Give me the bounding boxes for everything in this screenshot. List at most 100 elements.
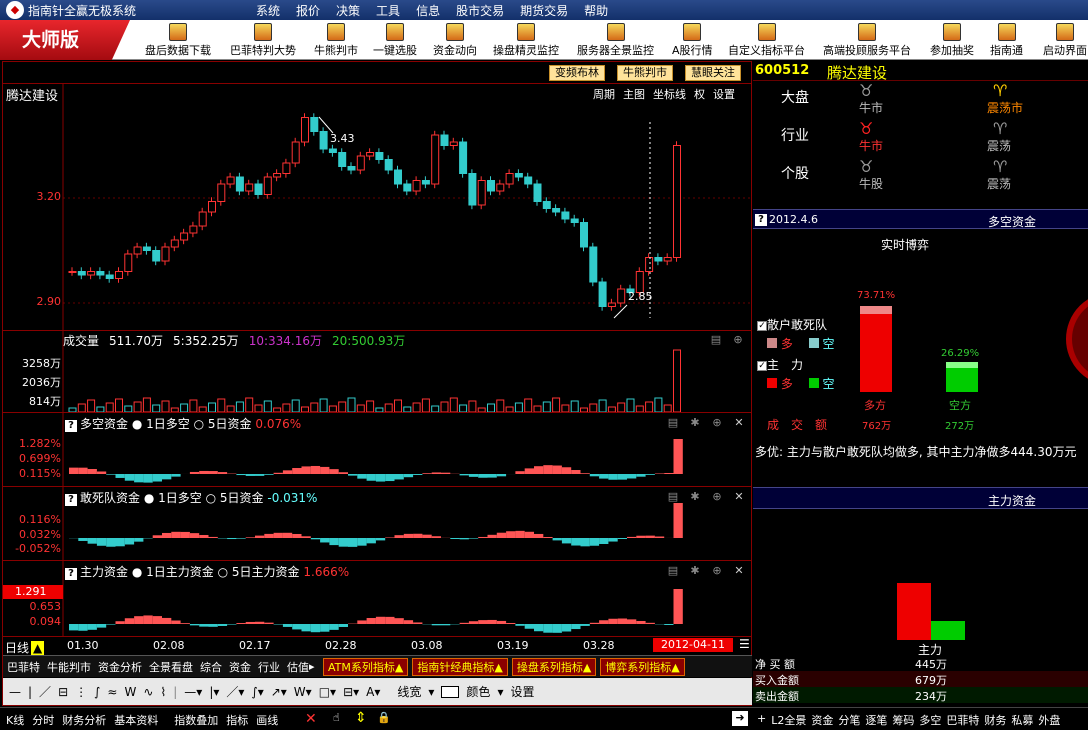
status-tab-0[interactable]: K线 <box>6 712 24 728</box>
chart-area[interactable]: 变频布林 牛熊判市 慧眼关注 腾达建设 周期 主图 坐标线 权 设置 3.20 … <box>2 61 753 706</box>
radio-filled-icon[interactable]: ● <box>132 417 146 431</box>
bottom-tab-1[interactable]: 牛能判市 <box>47 659 91 675</box>
toolbar-button-5[interactable]: 操盘精灵监控 <box>493 20 559 60</box>
settings-icon[interactable]: ✱ <box>688 417 702 429</box>
status-link-1[interactable]: 资金 <box>811 712 833 728</box>
toolbar-button-10[interactable]: 参加抽奖 <box>930 20 974 60</box>
toolbar-button-6[interactable]: 服务器全景监控 <box>577 20 654 60</box>
menu-item-4[interactable]: 信息 <box>408 2 448 19</box>
help-icon[interactable]: ? <box>65 494 77 506</box>
w-dropdown-icon[interactable]: W▾ <box>294 685 312 699</box>
panel-icon[interactable]: ▤ <box>666 565 680 577</box>
channel-tool-icon[interactable]: ⊟ <box>58 685 68 699</box>
status-link-9[interactable]: 外盘 <box>1038 712 1060 728</box>
delete-icon[interactable]: ✕ <box>305 711 317 727</box>
indicator-tab-1[interactable]: 指南针经典指标▲ <box>412 657 508 676</box>
draw-settings-label[interactable]: 设置 <box>510 683 534 700</box>
line-dropdown-icon[interactable]: ／▾ <box>226 683 244 700</box>
line-tool-icon[interactable]: ／ <box>39 683 51 700</box>
vline-dropdown-icon[interactable]: |▾ <box>209 685 219 699</box>
status-link-0[interactable]: L2全景 <box>771 712 806 728</box>
radio-filled-icon[interactable]: ● <box>132 565 146 579</box>
status-link-4[interactable]: 筹码 <box>892 712 914 728</box>
close-icon[interactable]: ✕ <box>732 491 746 503</box>
radio-filled-icon[interactable]: ● <box>144 491 158 505</box>
bottom-tab-4[interactable]: 综合 <box>200 659 222 675</box>
toolbar-button-12[interactable]: 启动界面 <box>1043 20 1087 60</box>
toolbar-button-3[interactable]: 一键选股 <box>373 20 417 60</box>
bottom-tab-6[interactable]: 行业 <box>258 659 280 675</box>
line-width-label[interactable]: 线宽 <box>397 683 421 700</box>
lock-icon[interactable]: 🔒 <box>377 711 391 724</box>
settings-icon[interactable]: ✱ <box>688 491 702 503</box>
zoom-icon[interactable]: ⊕ <box>710 417 724 429</box>
curve-tool-icon[interactable]: ∫ <box>94 685 100 699</box>
arrow-right-icon[interactable]: ➜ <box>732 711 748 726</box>
bottom-tab-3[interactable]: 全景看盘 <box>149 659 193 675</box>
scroll-arrow-icon[interactable]: ▸ <box>309 660 319 673</box>
arrow-dropdown-icon[interactable]: ↗▾ <box>271 685 287 699</box>
status-link-6[interactable]: 巴菲特 <box>946 712 979 728</box>
toolbar-button-1[interactable]: 巴菲特判大势 <box>230 20 296 60</box>
toolbar-button-4[interactable]: 资金动向 <box>433 20 477 60</box>
menu-item-5[interactable]: 股市交易 <box>448 2 512 19</box>
status-link-5[interactable]: 多空 <box>919 712 941 728</box>
toolbar-button-11[interactable]: 指南通 <box>990 20 1023 60</box>
toolbar-button-9[interactable]: 高端投顾服务平台 <box>823 20 911 60</box>
help-icon[interactable]: ? <box>65 420 77 432</box>
zigzag-tool-icon[interactable]: ⌇ <box>160 685 166 699</box>
menu-icon[interactable]: ☰ <box>739 637 750 651</box>
zoom-icon[interactable]: ⊕ <box>710 491 724 503</box>
curve-dropdown-icon[interactable]: ∫▾ <box>251 685 263 699</box>
status-tab-1[interactable]: 分时 <box>32 712 54 728</box>
panel-icon[interactable]: ▤ <box>666 417 680 429</box>
bottom-tab-5[interactable]: 资金 <box>229 659 251 675</box>
menu-item-6[interactable]: 期货交易 <box>512 2 576 19</box>
vline-tool-icon[interactable]: | <box>28 685 32 699</box>
panel-icon[interactable]: ▤ <box>666 491 680 503</box>
wave-tool-icon[interactable]: ∿ <box>143 685 153 699</box>
toolbar-button-7[interactable]: A股行情 <box>672 20 713 60</box>
updown-arrow-icon[interactable]: ⇕ <box>355 710 367 726</box>
help-icon[interactable]: ? <box>65 568 77 580</box>
status-tab-3[interactable]: 基本资料 <box>114 712 158 728</box>
menu-item-2[interactable]: 决策 <box>328 2 368 19</box>
menu-item-7[interactable]: 帮助 <box>576 2 616 19</box>
bottom-tab-2[interactable]: 资金分析 <box>98 659 142 675</box>
indicator-tab-0[interactable]: ATM系列指标▲ <box>323 657 409 676</box>
plus-icon[interactable]: + <box>757 712 766 728</box>
panel-icon[interactable]: ▤ <box>709 334 723 346</box>
bottom-tab-0[interactable]: 巴菲特 <box>7 659 40 675</box>
status-tab-5[interactable]: 指标 <box>226 712 248 728</box>
fib-tool-icon[interactable]: ⋮ <box>75 685 87 699</box>
status-link-3[interactable]: 逐笔 <box>865 712 887 728</box>
color-swatch[interactable] <box>441 685 460 698</box>
settings-icon[interactable]: ✱ <box>688 565 702 577</box>
status-link-2[interactable]: 分笔 <box>838 712 860 728</box>
toolbar-button-8[interactable]: 自定义指标平台 <box>728 20 805 60</box>
hline-dropdown-icon[interactable]: —▾ <box>184 685 202 699</box>
toolbar-button-0[interactable]: 盘后数据下载 <box>145 20 211 60</box>
text-dropdown-icon[interactable]: A▾ <box>366 685 380 699</box>
hand-icon[interactable]: ☝ <box>333 711 340 724</box>
status-tab-6[interactable]: 画线 <box>256 712 278 728</box>
radio-empty-icon[interactable]: ○ <box>206 491 220 505</box>
menu-item-1[interactable]: 报价 <box>288 2 328 19</box>
toolbar-button-2[interactable]: 牛熊判市 <box>314 20 358 60</box>
zoom-icon[interactable]: ⊕ <box>731 334 745 346</box>
status-link-7[interactable]: 财务 <box>984 712 1006 728</box>
indicator-tab-2[interactable]: 操盘系列指标▲ <box>511 657 597 676</box>
menu-item-3[interactable]: 工具 <box>368 2 408 19</box>
status-tab-4[interactable]: 指数叠加 <box>174 712 218 728</box>
close-icon[interactable]: ✕ <box>732 417 746 429</box>
chart-tool-icon[interactable]: ≈ <box>107 685 117 699</box>
bottom-tab-7[interactable]: 估值 <box>287 659 309 675</box>
radio-empty-icon[interactable]: ○ <box>194 417 208 431</box>
minus-tool-icon[interactable]: — <box>9 685 21 699</box>
help-icon[interactable]: ? <box>755 214 767 226</box>
color-label[interactable]: 颜色 <box>466 683 490 700</box>
menu-item-0[interactable]: 系统 <box>248 2 288 19</box>
radio-empty-icon[interactable]: ○ <box>218 565 232 579</box>
close-icon[interactable]: ✕ <box>732 565 746 577</box>
rect-dropdown-icon[interactable]: □▾ <box>319 685 336 699</box>
